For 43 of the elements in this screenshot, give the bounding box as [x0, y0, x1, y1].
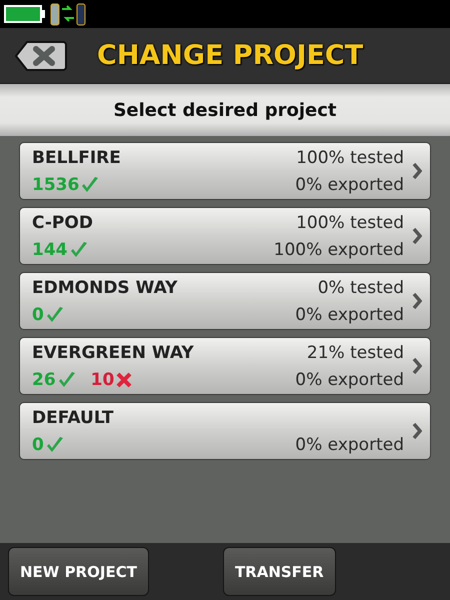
chevron-icon: [412, 162, 422, 180]
project-item[interactable]: BELLFIRE 100% tested 1536 0% exported: [19, 142, 431, 200]
chevron-icon: [412, 422, 422, 440]
tested-percent: 0% tested: [318, 278, 404, 298]
project-name: BELLFIRE: [32, 148, 122, 168]
pass-count: 0: [32, 304, 44, 324]
devices-icon: [50, 2, 86, 26]
project-item[interactable]: EVERGREEN WAY 21% tested 26 10 0% exported: [19, 337, 431, 395]
screen-title: CHANGE PROJECT: [97, 40, 364, 71]
project-name: EVERGREEN WAY: [32, 342, 195, 362]
tested-percent: 100% tested: [296, 212, 404, 232]
exported-percent: 0% exported: [295, 174, 404, 194]
cross-icon: [115, 370, 134, 388]
project-name: EDMONDS WAY: [32, 278, 178, 298]
instruction-bar: Select desired project: [0, 84, 450, 136]
check-icon: [80, 176, 100, 194]
exported-percent: 0% exported: [295, 304, 404, 324]
fail-count: 10: [90, 370, 114, 390]
check-icon: [44, 306, 65, 324]
project-name: DEFAULT: [32, 408, 114, 428]
battery-icon: [4, 5, 46, 23]
project-item[interactable]: C-POD 100% tested 144 100% exported: [19, 207, 431, 265]
exported-percent: 100% exported: [274, 240, 404, 260]
project-item[interactable]: EDMONDS WAY 0% tested 0 0% exported: [19, 272, 431, 330]
chevron-icon: [412, 227, 422, 245]
exported-percent: 0% exported: [295, 434, 404, 454]
check-icon: [44, 436, 65, 454]
chevron-icon: [412, 292, 422, 310]
tested-percent: 21% tested: [306, 342, 404, 362]
pass-count: 1536: [32, 174, 80, 194]
action-button[interactable]: TRANSFER: [222, 547, 336, 596]
chevron-icon: [412, 357, 422, 375]
tested-percent: 100% tested: [296, 148, 404, 168]
project-name: C-POD: [32, 212, 94, 232]
project-item[interactable]: DEFAULT 0 0% exported: [19, 402, 431, 460]
pass-count: 0: [32, 434, 44, 454]
exported-percent: 0% exported: [295, 370, 404, 390]
check-icon: [68, 240, 88, 258]
check-icon: [56, 370, 77, 388]
pass-count: 144: [32, 240, 68, 260]
pass-count: 26: [32, 370, 56, 390]
action-button[interactable]: NEW PROJECT: [8, 547, 149, 596]
back-button[interactable]: [15, 40, 67, 70]
